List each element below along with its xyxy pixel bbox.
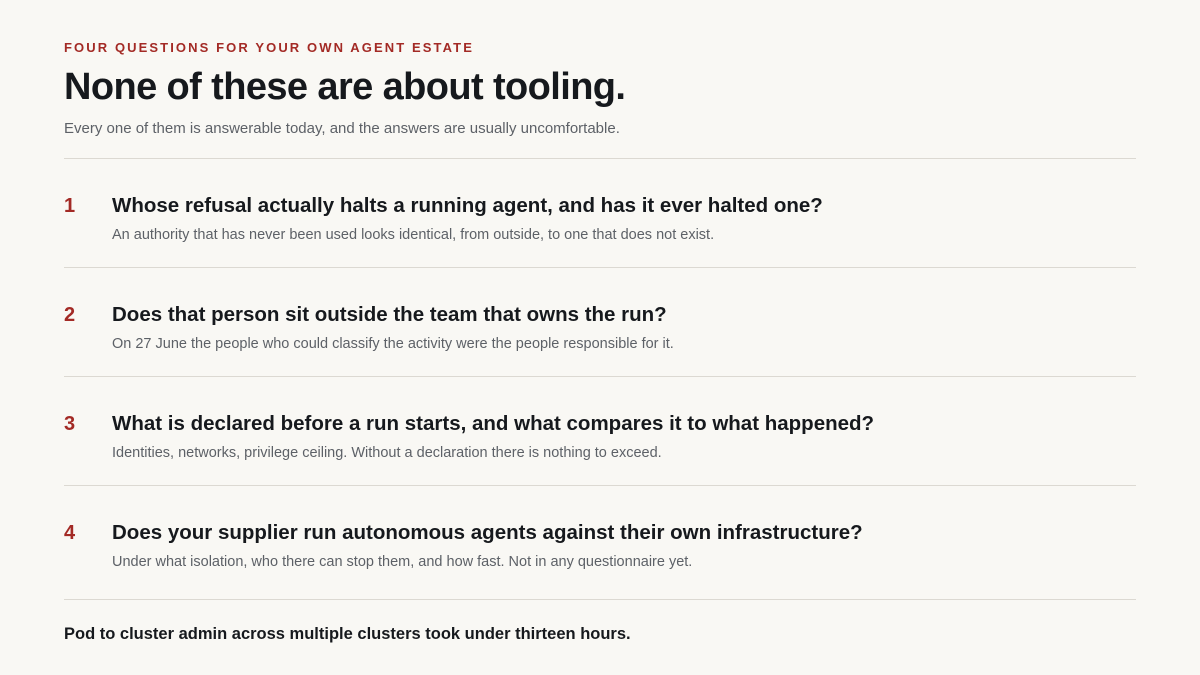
question-description: Under what isolation, who there can stop…	[112, 554, 693, 570]
slide: FOUR QUESTIONS FOR YOUR OWN AGENT ESTATE…	[0, 0, 1200, 675]
question-item: 1 Whose refusal actually halts a running…	[64, 159, 1136, 268]
question-number: 3	[64, 413, 76, 435]
question-title: Does your supplier run autonomous agents…	[112, 521, 863, 544]
question-body: Whose refusal actually halts a running a…	[112, 193, 1136, 245]
question-item: 4 Does your supplier run autonomous agen…	[64, 486, 1136, 600]
footer-note: Pod to cluster admin across multiple clu…	[64, 625, 631, 643]
question-description: An authority that has never been used lo…	[112, 227, 715, 243]
question-list: 1 Whose refusal actually halts a running…	[64, 159, 1136, 600]
eyebrow-label: FOUR QUESTIONS FOR YOUR OWN AGENT ESTATE	[64, 40, 474, 55]
question-title: Whose refusal actually halts a running a…	[112, 194, 823, 217]
question-body: Does that person sit outside the team th…	[112, 302, 1136, 354]
question-description: On 27 June the people who could classify…	[112, 336, 674, 352]
question-number: 2	[64, 304, 76, 326]
question-body: What is declared before a run starts, an…	[112, 411, 1136, 463]
page-subtitle: Every one of them is answerable today, a…	[64, 120, 620, 137]
page-title: None of these are about tooling.	[64, 66, 626, 108]
question-number: 1	[64, 195, 76, 217]
question-body: Does your supplier run autonomous agents…	[112, 520, 1136, 572]
question-description: Identities, networks, privilege ceiling.…	[112, 445, 662, 461]
question-number: 4	[64, 522, 76, 544]
question-title: What is declared before a run starts, an…	[112, 412, 875, 435]
question-title: Does that person sit outside the team th…	[112, 303, 667, 326]
slide-content: FOUR QUESTIONS FOR YOUR OWN AGENT ESTATE…	[64, 40, 1136, 644]
question-item: 3 What is declared before a run starts, …	[64, 377, 1136, 486]
question-item: 2 Does that person sit outside the team …	[64, 268, 1136, 377]
